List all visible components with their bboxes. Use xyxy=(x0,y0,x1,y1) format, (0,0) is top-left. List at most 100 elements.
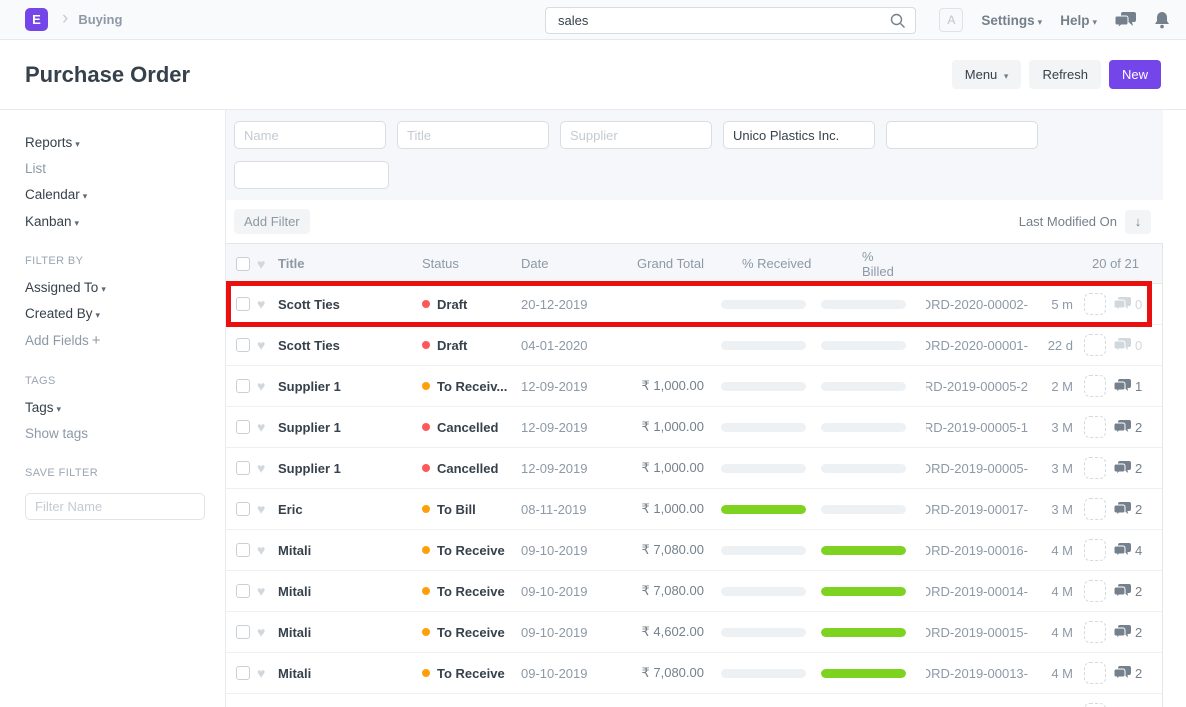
table-row[interactable]: ♥ Eric To Bill 08-11-2019 ₹ 1,000.00 -OR… xyxy=(226,489,1162,530)
search-input[interactable] xyxy=(546,13,890,28)
user-avatar[interactable]: A xyxy=(939,8,963,32)
column-received[interactable]: % Received xyxy=(721,256,823,271)
sidebar-item-tags[interactable]: Tags▾ xyxy=(25,401,225,415)
row-title[interactable]: Supplier 1 xyxy=(278,379,422,394)
assign-button[interactable] xyxy=(1084,416,1106,438)
refresh-button[interactable]: Refresh xyxy=(1029,60,1101,89)
assign-button[interactable] xyxy=(1084,498,1106,520)
like-heart-icon[interactable]: ♥ xyxy=(250,256,278,272)
sidebar-item-show-tags[interactable]: Show tags xyxy=(25,427,225,441)
comments[interactable]: 0 xyxy=(1114,338,1142,353)
breadcrumb[interactable]: Buying xyxy=(78,12,122,27)
comments[interactable]: 2 xyxy=(1114,584,1142,599)
sort-direction-button[interactable]: ↓ xyxy=(1125,210,1151,234)
assign-button[interactable] xyxy=(1084,539,1106,561)
table-row[interactable]: ♥ xyxy=(226,694,1162,707)
row-checkbox[interactable] xyxy=(236,584,250,598)
like-heart-icon[interactable]: ♥ xyxy=(250,501,278,517)
row-checkbox[interactable] xyxy=(236,461,250,475)
column-status[interactable]: Status xyxy=(422,256,521,271)
sort-field-label[interactable]: Last Modified On xyxy=(1019,214,1117,229)
assign-button[interactable] xyxy=(1084,703,1106,707)
like-heart-icon[interactable]: ♥ xyxy=(250,665,278,681)
like-heart-icon[interactable]: ♥ xyxy=(250,583,278,599)
menu-button[interactable]: Menu ▾ xyxy=(952,60,1022,89)
notifications-bell-icon[interactable] xyxy=(1154,11,1170,29)
assign-button[interactable] xyxy=(1084,580,1106,602)
chat-icon[interactable] xyxy=(1115,12,1136,29)
name-filter-input[interactable] xyxy=(234,121,386,149)
row-title[interactable]: Scott Ties xyxy=(278,338,422,353)
assign-button[interactable] xyxy=(1084,293,1106,315)
assign-button[interactable] xyxy=(1084,375,1106,397)
comments[interactable]: 0 xyxy=(1114,297,1142,312)
row-title[interactable]: Mitali xyxy=(278,584,422,599)
row-checkbox[interactable] xyxy=(236,625,250,639)
like-heart-icon[interactable]: ♥ xyxy=(250,542,278,558)
assign-button[interactable] xyxy=(1084,662,1106,684)
table-row[interactable]: ♥ Supplier 1 To Receiv... 12-09-2019 ₹ 1… xyxy=(226,366,1162,407)
table-row[interactable]: ♥ Mitali To Receive 09-10-2019 ₹ 7,080.0… xyxy=(226,653,1162,694)
select-all-checkbox[interactable] xyxy=(236,257,250,271)
table-row[interactable]: ♥ Mitali To Receive 09-10-2019 ₹ 7,080.0… xyxy=(226,571,1162,612)
assign-button[interactable] xyxy=(1084,457,1106,479)
row-checkbox[interactable] xyxy=(236,420,250,434)
assign-button[interactable] xyxy=(1084,621,1106,643)
title-filter-input[interactable] xyxy=(397,121,549,149)
like-heart-icon[interactable]: ♥ xyxy=(250,337,278,353)
table-row[interactable]: ♥ Mitali To Receive 09-10-2019 ₹ 7,080.0… xyxy=(226,530,1162,571)
row-checkbox[interactable] xyxy=(236,297,250,311)
sidebar-item-reports[interactable]: Reports▾ xyxy=(25,136,225,150)
row-checkbox[interactable] xyxy=(236,543,250,557)
row-checkbox[interactable] xyxy=(236,338,250,352)
sidebar-item-list[interactable]: List xyxy=(25,162,225,176)
table-row[interactable]: ♥ Supplier 1 Cancelled 12-09-2019 ₹ 1,00… xyxy=(226,407,1162,448)
row-title[interactable]: Eric xyxy=(278,502,422,517)
comments[interactable]: 2 xyxy=(1114,420,1142,435)
column-grand-total[interactable]: Grand Total xyxy=(607,256,704,271)
result-count[interactable]: 20 of 21 xyxy=(908,256,1162,271)
global-search[interactable] xyxy=(545,7,916,34)
sidebar-item-calendar[interactable]: Calendar▾ xyxy=(25,188,225,202)
comments[interactable]: 4 xyxy=(1114,543,1142,558)
like-heart-icon[interactable]: ♥ xyxy=(250,624,278,640)
row-checkbox[interactable] xyxy=(236,666,250,680)
table-row[interactable]: ♥ Supplier 1 Cancelled 12-09-2019 ₹ 1,00… xyxy=(226,448,1162,489)
like-heart-icon[interactable]: ♥ xyxy=(250,419,278,435)
like-heart-icon[interactable]: ♥ xyxy=(250,296,278,312)
column-billed[interactable]: % Billed xyxy=(823,249,908,279)
filter-name-input[interactable] xyxy=(25,493,205,520)
sidebar-item-assigned-to[interactable]: Assigned To▾ xyxy=(25,281,225,295)
comments[interactable]: 2 xyxy=(1114,666,1142,681)
help-menu[interactable]: Help▾ xyxy=(1060,13,1097,28)
sidebar-item-kanban[interactable]: Kanban▾ xyxy=(25,215,225,229)
supplier-filter-input[interactable] xyxy=(560,121,712,149)
add-filter-button[interactable]: Add Filter xyxy=(234,209,310,234)
comments[interactable]: 1 xyxy=(1114,379,1142,394)
row-checkbox[interactable] xyxy=(236,502,250,516)
comments[interactable]: 2 xyxy=(1114,625,1142,640)
extra-filter-input-2[interactable] xyxy=(234,161,389,189)
table-row[interactable]: ♥ Scott Ties Draft 04-01-2020 -ORD-2020-… xyxy=(226,325,1162,366)
row-title[interactable]: Supplier 1 xyxy=(278,461,422,476)
column-date[interactable]: Date xyxy=(521,256,607,271)
settings-menu[interactable]: Settings▾ xyxy=(981,13,1042,28)
row-title[interactable]: Supplier 1 xyxy=(278,420,422,435)
row-checkbox[interactable] xyxy=(236,379,250,393)
assign-button[interactable] xyxy=(1084,334,1106,356)
comments[interactable]: 2 xyxy=(1114,461,1142,476)
like-heart-icon[interactable]: ♥ xyxy=(250,460,278,476)
supplier-name-filter-input[interactable] xyxy=(723,121,875,149)
sidebar-item-created-by[interactable]: Created By▾ xyxy=(25,307,225,321)
like-heart-icon[interactable]: ♥ xyxy=(250,378,278,394)
table-row[interactable]: ♥ Scott Ties Draft 20-12-2019 -ORD-2020-… xyxy=(226,284,1162,325)
comments[interactable]: 2 xyxy=(1114,502,1142,517)
table-row[interactable]: ♥ Mitali To Receive 09-10-2019 ₹ 4,602.0… xyxy=(226,612,1162,653)
extra-filter-input[interactable] xyxy=(886,121,1038,149)
app-logo[interactable]: E xyxy=(25,8,48,31)
column-title[interactable]: Title xyxy=(278,256,422,271)
row-title[interactable]: Mitali xyxy=(278,666,422,681)
row-title[interactable]: Mitali xyxy=(278,543,422,558)
sidebar-item-add-fields[interactable]: Add Fields+ xyxy=(25,333,225,349)
row-title[interactable]: Mitali xyxy=(278,625,422,640)
